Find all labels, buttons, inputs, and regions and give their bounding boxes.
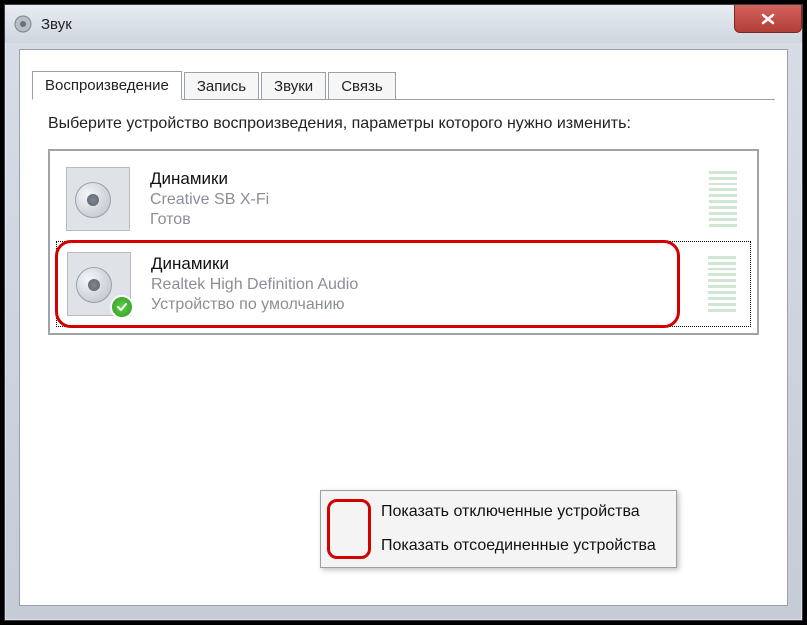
context-menu: Показать отключенные устройства Показать… [320, 490, 677, 568]
device-status: Готов [150, 211, 709, 229]
device-name: Динамики [151, 254, 708, 274]
device-status: Устройство по умолчанию [151, 296, 708, 314]
device-description: Creative SB X-Fi [150, 191, 709, 209]
default-check-icon [110, 295, 134, 319]
speaker-icon [66, 167, 130, 231]
sound-icon [13, 14, 33, 34]
tab-recording[interactable]: Запись [184, 72, 259, 100]
close-button[interactable] [734, 5, 802, 33]
menu-show-disconnected[interactable]: Показать отсоединенные устройства [323, 529, 674, 563]
tab-sounds[interactable]: Звуки [261, 72, 326, 100]
window-title: Звук [41, 16, 72, 33]
titlebar: Звук [5, 5, 802, 43]
tab-playback[interactable]: Воспроизведение [32, 71, 182, 100]
device-item[interactable]: Динамики Realtek High Definition Audio У… [56, 241, 751, 327]
level-meter [708, 256, 736, 312]
device-name: Динамики [150, 169, 709, 189]
device-item[interactable]: Динамики Creative SB X-Fi Готов [56, 157, 751, 241]
device-text: Динамики Realtek High Definition Audio У… [151, 254, 708, 314]
speaker-icon [67, 252, 131, 316]
sound-window: Звук Воспроизведение Запись Звуки Связь … [4, 4, 803, 621]
device-description: Realtek High Definition Audio [151, 276, 708, 294]
client-area: Воспроизведение Запись Звуки Связь Выбер… [19, 49, 788, 606]
tab-strip: Воспроизведение Запись Звуки Связь [20, 50, 787, 99]
level-meter [709, 171, 737, 227]
menu-show-disabled[interactable]: Показать отключенные устройства [323, 495, 674, 529]
device-list[interactable]: Динамики Creative SB X-Fi Готов [48, 149, 759, 335]
tab-communications[interactable]: Связь [328, 72, 395, 100]
device-text: Динамики Creative SB X-Fi Готов [150, 169, 709, 229]
instruction-text: Выберите устройство воспроизведения, пар… [20, 100, 787, 145]
